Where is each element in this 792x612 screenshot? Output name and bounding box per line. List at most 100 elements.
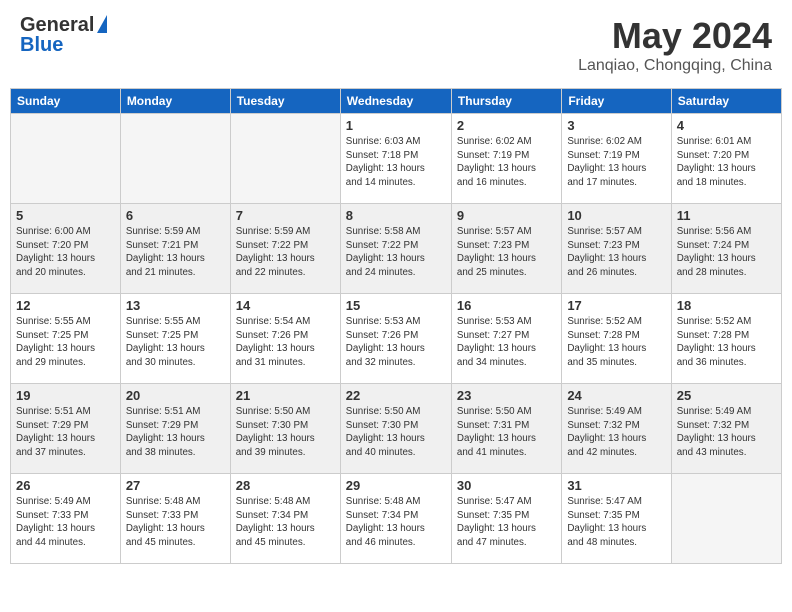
day-number: 19 bbox=[16, 388, 115, 403]
calendar-cell: 25 Sunrise: 5:49 AM Sunset: 7:32 PM Dayli… bbox=[671, 384, 781, 474]
day-info: Sunrise: 5:59 AM Sunset: 7:21 PM Dayligh… bbox=[126, 225, 225, 280]
day-info: Sunrise: 5:51 AM Sunset: 7:29 PM Dayligh… bbox=[126, 405, 225, 460]
calendar-cell: 17Sunrise: 5:52 AM Sunset: 7:28 PM Dayli… bbox=[562, 294, 671, 384]
day-number: 28 bbox=[236, 478, 335, 493]
day-number: 17 bbox=[567, 298, 665, 313]
calendar-cell: 5 Sunrise: 6:00 AM Sunset: 7:20 PM Daylig… bbox=[11, 204, 121, 294]
weekday-header-row: SundayMondayTuesdayWednesdayThursdayFrid… bbox=[11, 89, 782, 114]
weekday-header-saturday: Saturday bbox=[671, 89, 781, 114]
day-info: Sunrise: 6:02 AM Sunset: 7:19 PM Dayligh… bbox=[567, 135, 665, 190]
day-info: Sunrise: 6:01 AM Sunset: 7:20 PM Dayligh… bbox=[677, 135, 776, 190]
day-info: Sunrise: 5:48 AM Sunset: 7:34 PM Dayligh… bbox=[236, 495, 335, 550]
day-info: Sunrise: 5:47 AM Sunset: 7:35 PM Dayligh… bbox=[567, 495, 665, 550]
weekday-header-friday: Friday bbox=[562, 89, 671, 114]
calendar-cell: 1Sunrise: 6:03 AM Sunset: 7:18 PM Daylig… bbox=[340, 114, 451, 204]
logo-blue-group: Blue bbox=[20, 35, 63, 55]
week-row-3: 12 Sunrise: 5:55 AM Sunset: 7:25 PM Dayli… bbox=[11, 294, 782, 384]
day-info: Sunrise: 5:59 AM Sunset: 7:22 PM Dayligh… bbox=[236, 225, 335, 280]
day-number: 6 bbox=[126, 208, 225, 223]
calendar-cell: 4 Sunrise: 6:01 AM Sunset: 7:20 PM Daylig… bbox=[671, 114, 781, 204]
day-info: Sunrise: 5:50 AM Sunset: 7:30 PM Dayligh… bbox=[236, 405, 335, 460]
calendar-cell: 16Sunrise: 5:53 AM Sunset: 7:27 PM Dayli… bbox=[451, 294, 561, 384]
calendar-cell: 18 Sunrise: 5:52 AM Sunset: 7:28 PM Dayli… bbox=[671, 294, 781, 384]
day-info: Sunrise: 6:00 AM Sunset: 7:20 PM Dayligh… bbox=[16, 225, 115, 280]
page-header: General Blue May 2024 Lanqiao, Chongqing… bbox=[10, 10, 782, 80]
day-number: 22 bbox=[346, 388, 446, 403]
day-number: 16 bbox=[457, 298, 556, 313]
day-info: Sunrise: 5:48 AM Sunset: 7:33 PM Dayligh… bbox=[126, 495, 225, 550]
logo-general-text: General bbox=[20, 15, 94, 35]
calendar-cell: 7 Sunrise: 5:59 AM Sunset: 7:22 PM Daylig… bbox=[230, 204, 340, 294]
calendar-cell: 28 Sunrise: 5:48 AM Sunset: 7:34 PM Dayli… bbox=[230, 474, 340, 564]
calendar-cell: 14 Sunrise: 5:54 AM Sunset: 7:26 PM Dayli… bbox=[230, 294, 340, 384]
calendar-cell: 20Sunrise: 5:51 AM Sunset: 7:29 PM Dayli… bbox=[120, 384, 230, 474]
calendar-cell: 2 Sunrise: 6:02 AM Sunset: 7:19 PM Daylig… bbox=[451, 114, 561, 204]
calendar-cell bbox=[671, 474, 781, 564]
day-number: 31 bbox=[567, 478, 665, 493]
calendar-cell: 21Sunrise: 5:50 AM Sunset: 7:30 PM Dayli… bbox=[230, 384, 340, 474]
day-number: 18 bbox=[677, 298, 776, 313]
calendar-cell: 13Sunrise: 5:55 AM Sunset: 7:25 PM Dayli… bbox=[120, 294, 230, 384]
logo-blue-text: Blue bbox=[20, 35, 63, 55]
day-info: Sunrise: 5:47 AM Sunset: 7:35 PM Dayligh… bbox=[457, 495, 556, 550]
day-info: Sunrise: 5:49 AM Sunset: 7:32 PM Dayligh… bbox=[567, 405, 665, 460]
day-number: 25 bbox=[677, 388, 776, 403]
day-number: 7 bbox=[236, 208, 335, 223]
day-number: 13 bbox=[126, 298, 225, 313]
day-number: 14 bbox=[236, 298, 335, 313]
calendar-cell: 3Sunrise: 6:02 AM Sunset: 7:19 PM Daylig… bbox=[562, 114, 671, 204]
calendar-cell: 29 Sunrise: 5:48 AM Sunset: 7:34 PM Dayli… bbox=[340, 474, 451, 564]
title-block: May 2024 Lanqiao, Chongqing, China bbox=[578, 15, 772, 75]
location: Lanqiao, Chongqing, China bbox=[578, 57, 772, 75]
day-info: Sunrise: 5:48 AM Sunset: 7:34 PM Dayligh… bbox=[346, 495, 446, 550]
day-info: Sunrise: 5:54 AM Sunset: 7:26 PM Dayligh… bbox=[236, 315, 335, 370]
calendar-cell: 26 Sunrise: 5:49 AM Sunset: 7:33 PM Dayli… bbox=[11, 474, 121, 564]
day-number: 29 bbox=[346, 478, 446, 493]
day-number: 30 bbox=[457, 478, 556, 493]
day-number: 27 bbox=[126, 478, 225, 493]
calendar-cell: 10 Sunrise: 5:57 AM Sunset: 7:23 PM Dayli… bbox=[562, 204, 671, 294]
day-info: Sunrise: 6:02 AM Sunset: 7:19 PM Dayligh… bbox=[457, 135, 556, 190]
day-info: Sunrise: 5:57 AM Sunset: 7:23 PM Dayligh… bbox=[457, 225, 556, 280]
calendar-cell: 15Sunrise: 5:53 AM Sunset: 7:26 PM Dayli… bbox=[340, 294, 451, 384]
calendar-cell: 23Sunrise: 5:50 AM Sunset: 7:31 PM Dayli… bbox=[451, 384, 561, 474]
week-row-5: 26 Sunrise: 5:49 AM Sunset: 7:33 PM Dayli… bbox=[11, 474, 782, 564]
day-info: Sunrise: 5:57 AM Sunset: 7:23 PM Dayligh… bbox=[567, 225, 665, 280]
calendar-cell: 12 Sunrise: 5:55 AM Sunset: 7:25 PM Dayli… bbox=[11, 294, 121, 384]
calendar-cell: 9 Sunrise: 5:57 AM Sunset: 7:23 PM Daylig… bbox=[451, 204, 561, 294]
calendar-cell: 19Sunrise: 5:51 AM Sunset: 7:29 PM Dayli… bbox=[11, 384, 121, 474]
weekday-header-monday: Monday bbox=[120, 89, 230, 114]
day-number: 5 bbox=[16, 208, 115, 223]
day-info: Sunrise: 5:52 AM Sunset: 7:28 PM Dayligh… bbox=[677, 315, 776, 370]
calendar-cell: 6 Sunrise: 5:59 AM Sunset: 7:21 PM Daylig… bbox=[120, 204, 230, 294]
calendar-table: SundayMondayTuesdayWednesdayThursdayFrid… bbox=[10, 88, 782, 564]
calendar-cell bbox=[230, 114, 340, 204]
logo-triangle-icon bbox=[97, 15, 107, 33]
calendar-cell: 31 Sunrise: 5:47 AM Sunset: 7:35 PM Dayli… bbox=[562, 474, 671, 564]
month-title: May 2024 bbox=[578, 15, 772, 57]
day-number: 2 bbox=[457, 118, 556, 133]
day-number: 26 bbox=[16, 478, 115, 493]
day-number: 12 bbox=[16, 298, 115, 313]
weekday-header-tuesday: Tuesday bbox=[230, 89, 340, 114]
day-info: Sunrise: 5:56 AM Sunset: 7:24 PM Dayligh… bbox=[677, 225, 776, 280]
day-number: 9 bbox=[457, 208, 556, 223]
calendar-cell: 8Sunrise: 5:58 AM Sunset: 7:22 PM Daylig… bbox=[340, 204, 451, 294]
day-number: 4 bbox=[677, 118, 776, 133]
day-number: 1 bbox=[346, 118, 446, 133]
day-number: 10 bbox=[567, 208, 665, 223]
weekday-header-sunday: Sunday bbox=[11, 89, 121, 114]
calendar-cell bbox=[11, 114, 121, 204]
day-info: Sunrise: 5:49 AM Sunset: 7:32 PM Dayligh… bbox=[677, 405, 776, 460]
day-number: 23 bbox=[457, 388, 556, 403]
calendar-cell: 22Sunrise: 5:50 AM Sunset: 7:30 PM Dayli… bbox=[340, 384, 451, 474]
day-info: Sunrise: 5:55 AM Sunset: 7:25 PM Dayligh… bbox=[16, 315, 115, 370]
calendar-cell: 24Sunrise: 5:49 AM Sunset: 7:32 PM Dayli… bbox=[562, 384, 671, 474]
calendar-cell bbox=[120, 114, 230, 204]
week-row-4: 19 Sunrise: 5:51 AM Sunset: 7:29 PM Dayli… bbox=[11, 384, 782, 474]
weekday-header-thursday: Thursday bbox=[451, 89, 561, 114]
day-info: Sunrise: 5:49 AM Sunset: 7:33 PM Dayligh… bbox=[16, 495, 115, 550]
calendar-cell: 30 Sunrise: 5:47 AM Sunset: 7:35 PM Dayli… bbox=[451, 474, 561, 564]
week-row-2: 5 Sunrise: 6:00 AM Sunset: 7:20 PM Daylig… bbox=[11, 204, 782, 294]
week-row-1: 1Sunrise: 6:03 AM Sunset: 7:18 PM Daylig… bbox=[11, 114, 782, 204]
